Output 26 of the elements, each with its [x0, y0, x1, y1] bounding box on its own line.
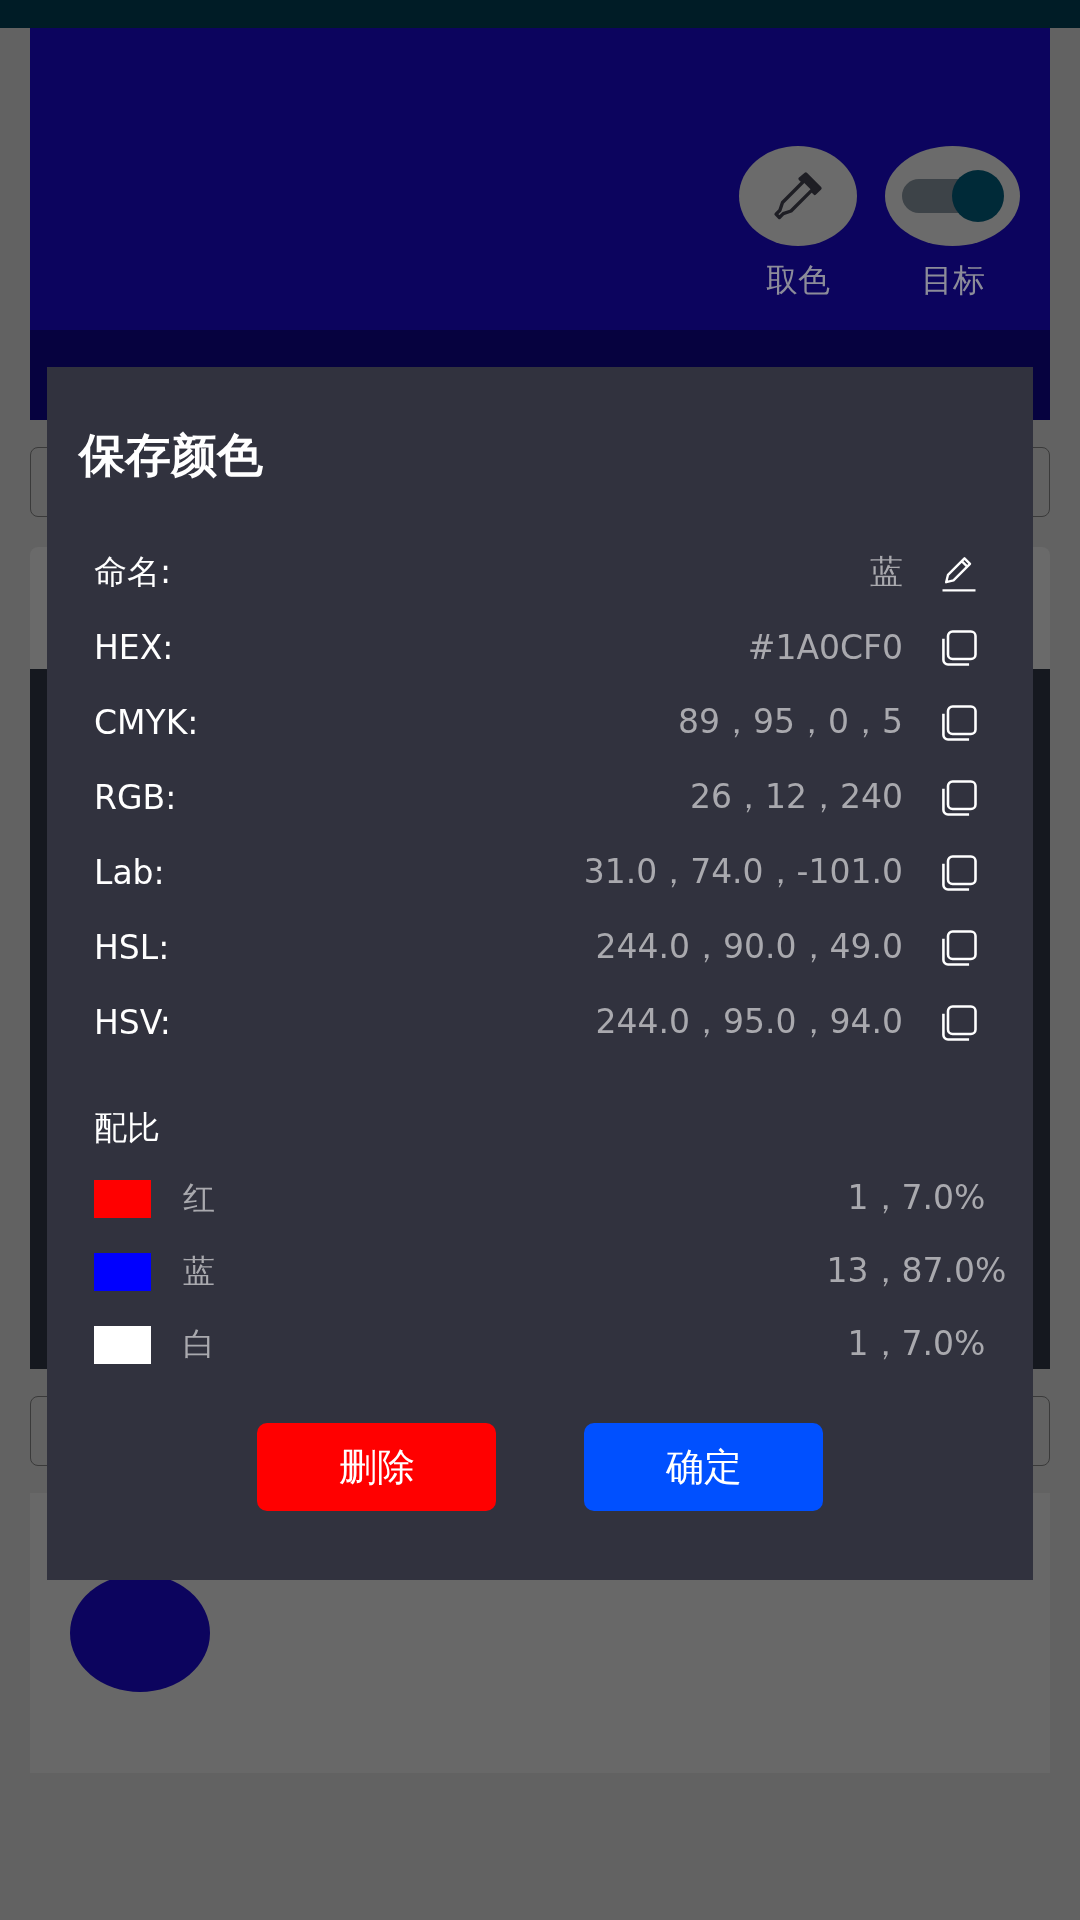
ratio-value: 1，7.0%: [846, 1177, 987, 1219]
field-value: #1A0CF0: [747, 628, 903, 667]
field-label: 命名:: [94, 551, 173, 593]
field-value: 244.0，90.0，49.0: [595, 926, 903, 968]
field-label: Lab:: [94, 853, 166, 892]
ratio-value: 13，87.0%: [825, 1250, 1008, 1292]
field-label: HEX:: [94, 628, 175, 667]
field-value: 89，95，0，5: [678, 701, 903, 743]
field-label: CMYK:: [94, 703, 200, 742]
field-label: HSV:: [94, 1003, 172, 1042]
tool-label: 目标: [920, 260, 985, 300]
field-value: 244.0，95.0，94.0: [595, 1001, 903, 1043]
field-value: 蓝: [870, 551, 903, 593]
section-title: 配比: [93, 1108, 161, 1148]
color-name: 蓝: [183, 1250, 217, 1292]
ratio-value: 1，7.0%: [846, 1323, 987, 1365]
confirm-button[interactable]: 确定: [584, 1423, 823, 1511]
color-name: 红: [183, 1177, 217, 1219]
delete-button[interactable]: 删除: [257, 1423, 496, 1511]
field-value: 31.0，74.0，-101.0: [583, 851, 903, 893]
tool-label: 取色: [766, 260, 830, 300]
color-name: 白: [183, 1323, 217, 1365]
dialog-title: 保存颜色: [77, 427, 264, 483]
field-label: HSL:: [94, 928, 171, 967]
field-label: RGB:: [94, 778, 178, 817]
field-value: 26，12，240: [690, 776, 903, 818]
